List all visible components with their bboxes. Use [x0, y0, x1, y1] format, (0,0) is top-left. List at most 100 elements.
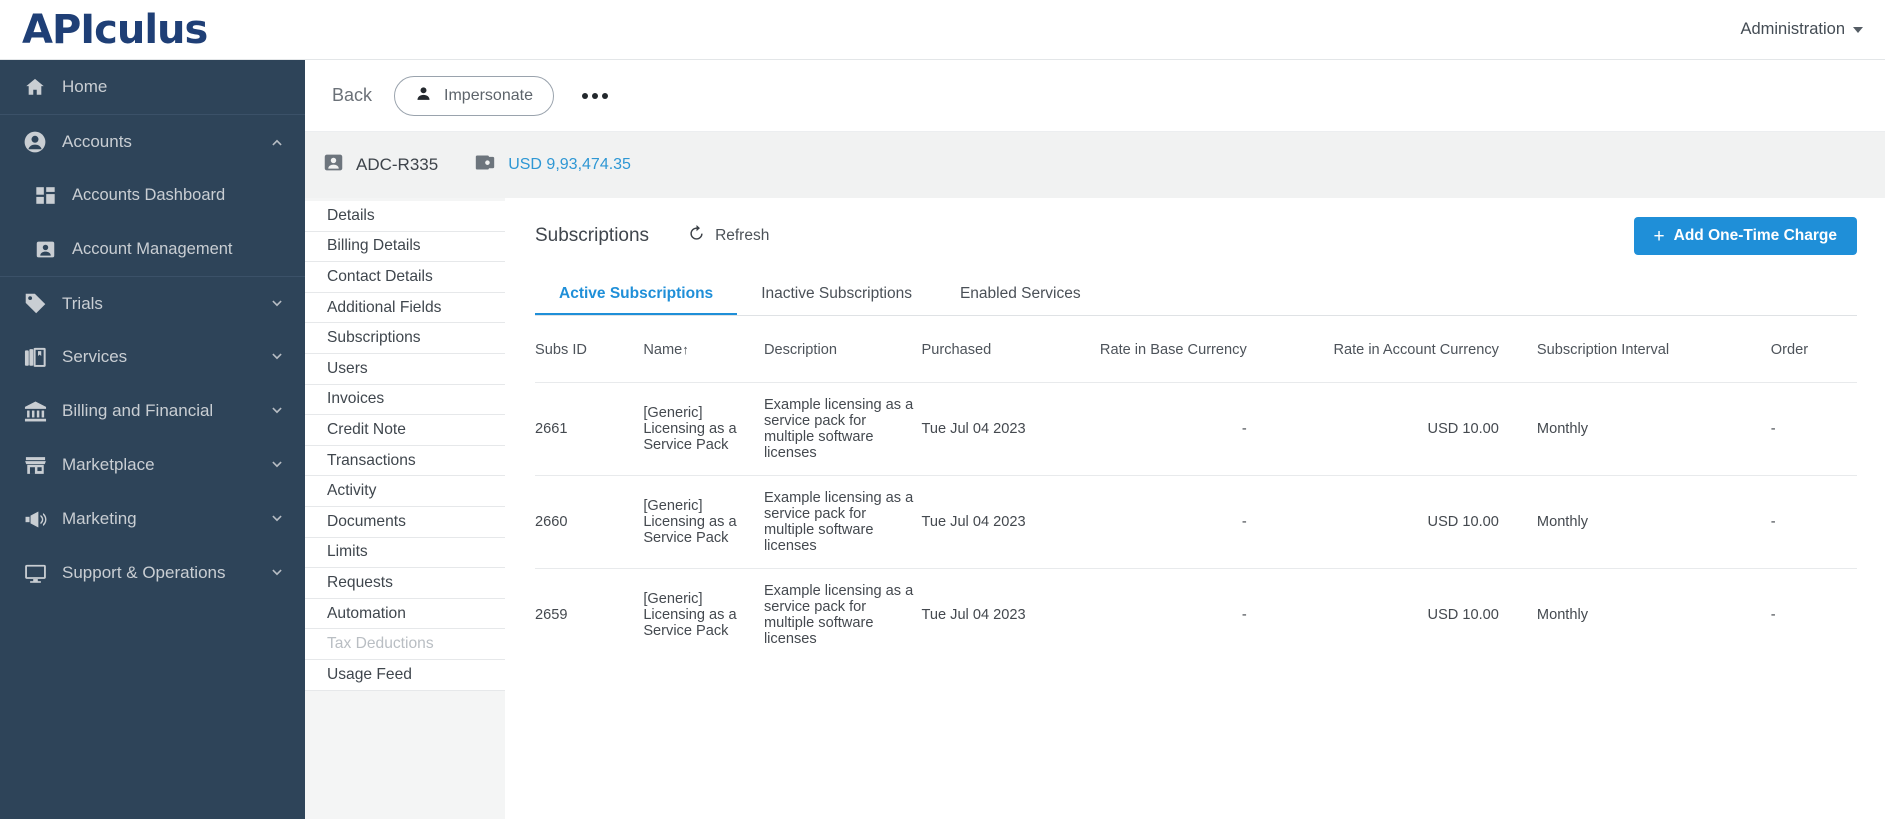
sidebar-item-marketplace[interactable]: Marketplace: [0, 438, 305, 492]
column-header-rate-in-base-currency[interactable]: Rate in Base Currency: [1069, 316, 1291, 383]
subnav-item-requests[interactable]: Requests: [305, 568, 505, 599]
chevron-down-icon: [1853, 26, 1863, 33]
column-header-order[interactable]: Order: [1771, 316, 1857, 383]
subnav-item-details[interactable]: Details: [305, 201, 505, 232]
cell-rate-base: -: [1069, 568, 1291, 661]
monitor-icon: [22, 560, 48, 586]
sidebar-item-billing-and-financial[interactable]: Billing and Financial: [0, 384, 305, 438]
dashboard-icon: [32, 182, 58, 208]
column-header-label: Rate in Account Currency: [1333, 342, 1499, 358]
sidebar-item-accounts-dashboard[interactable]: Accounts Dashboard: [0, 168, 305, 222]
tab-active-subscriptions[interactable]: Active Subscriptions: [535, 274, 738, 315]
subnav-item-usage-feed[interactable]: Usage Feed: [305, 659, 505, 691]
cell-subs-id: 2659: [535, 568, 644, 661]
column-header-label: Rate in Base Currency: [1099, 342, 1247, 358]
cell-rate-base: -: [1069, 475, 1291, 569]
sidebar-item-label: Marketing: [62, 509, 137, 528]
back-button[interactable]: Back: [332, 85, 372, 106]
cell-subs-id: 2661: [535, 382, 644, 476]
table-header: Subs ID Name↑ Description Purchased Rate in …: [535, 316, 1857, 383]
refresh-label: Refresh: [715, 227, 770, 244]
chevron-down-icon: [269, 457, 285, 473]
person-icon: [415, 85, 432, 107]
add-one-time-charge-button[interactable]: + Add One-Time Charge: [1633, 217, 1857, 255]
column-header-label: Description: [763, 342, 837, 358]
main-panel: Subscriptions Refresh + Add One-Time Cha…: [505, 198, 1885, 819]
cell-name: [Generic] Licensing as a Service Pack: [643, 568, 764, 661]
subnav-item-transactions[interactable]: Transactions: [305, 445, 505, 477]
sidebar-item-home[interactable]: Home: [0, 60, 305, 114]
column-header-subs-id[interactable]: Subs ID: [535, 316, 643, 383]
action-bar: Back Impersonate: [305, 60, 1885, 132]
subnav-item-additional-fields[interactable]: Additional Fields: [305, 292, 505, 324]
cell-rate-base: -: [1069, 382, 1291, 476]
sidebar-item-trials[interactable]: Trials: [0, 276, 305, 330]
subnav-item-billing-details[interactable]: Billing Details: [305, 231, 505, 263]
tab-inactive-subscriptions[interactable]: Inactive Subscriptions: [737, 274, 936, 315]
table-row[interactable]: 2660 [Generic] Licensing as a Service Pac…: [535, 475, 1857, 569]
sidebar-item-label: Accounts: [62, 131, 132, 151]
chevron-down-icon: [269, 403, 285, 419]
panel-header: Subscriptions Refresh + Add One-Time Cha…: [535, 198, 1857, 274]
table-body: 2661 [Generic] Licensing as a Service Pac…: [535, 382, 1857, 661]
more-options-button[interactable]: [576, 87, 614, 105]
table-row[interactable]: 2661 [Generic] Licensing as a Service Pac…: [535, 382, 1857, 476]
top-bar: APIculus Administration: [0, 0, 1885, 60]
table-row[interactable]: 2659 [Generic] Licensing as a Service Pac…: [535, 568, 1857, 661]
sidebar-item-accounts[interactable]: Accounts: [0, 114, 305, 168]
cell-rate-account: USD 10.00: [1290, 475, 1537, 569]
column-header-description[interactable]: Description: [764, 316, 922, 383]
subnav-item-invoices[interactable]: Invoices: [305, 384, 505, 416]
cell-order: -: [1770, 568, 1857, 661]
cell-description: Example licensing as a service pack for …: [763, 382, 922, 476]
subnav-item-automation[interactable]: Automation: [305, 598, 505, 630]
subnav-item-contact-details[interactable]: Contact Details: [305, 262, 505, 293]
sidebar-item-label: Trials: [62, 293, 103, 313]
subnav-item-documents[interactable]: Documents: [305, 506, 505, 538]
sidebar-item-label: Services: [62, 347, 128, 366]
subnav-item-subscriptions[interactable]: Subscriptions: [305, 323, 505, 354]
application-window: APIculus Administration Home Accounts Acco…: [0, 0, 1885, 819]
contact-card-icon: [32, 236, 58, 262]
brand-logo[interactable]: APIculus: [0, 7, 305, 53]
cell-name: [Generic] Licensing as a Service Pack: [643, 382, 764, 476]
chevron-down-icon: [269, 511, 285, 527]
subnav-item-limits[interactable]: Limits: [305, 537, 505, 569]
column-header-rate-in-account-currency[interactable]: Rate in Account Currency: [1291, 316, 1537, 383]
column-header-purchased[interactable]: Purchased: [921, 316, 1069, 383]
cell-interval: Monthly: [1536, 382, 1771, 476]
sidebar-item-marketing[interactable]: Marketing: [0, 492, 305, 546]
sidebar-item-support-operations[interactable]: Support & Operations: [0, 546, 305, 600]
account-subnav[interactable]: Details Billing Details Contact Details Add…: [305, 198, 505, 819]
cell-rate-account: USD 10.00: [1290, 568, 1537, 661]
main-sidebar[interactable]: Home Accounts Accounts Dashboard Account Ma…: [0, 60, 305, 819]
column-header-label: Purchased: [921, 342, 992, 358]
column-header-label: Name: [643, 342, 683, 358]
sidebar-item-services[interactable]: Services: [0, 330, 305, 384]
subnav-item-tax-deductions: Tax Deductions: [305, 629, 505, 660]
administration-menu[interactable]: Administration: [1740, 20, 1885, 39]
column-header-name[interactable]: Name↑: [643, 316, 764, 383]
subscription-tabs[interactable]: Active Subscriptions Inactive Subscriptio…: [535, 274, 1857, 316]
subnav-item-users[interactable]: Users: [305, 353, 505, 385]
column-header-subscription-interval[interactable]: Subscription Interval: [1537, 316, 1771, 383]
column-header-label: Subs ID: [535, 342, 587, 358]
account-balance: USD 9,93,474.35: [508, 156, 631, 173]
account-circle-icon: [22, 129, 48, 155]
page-title: Subscriptions: [535, 225, 650, 246]
sidebar-item-label: Billing and Financial: [62, 401, 214, 420]
subnav-item-credit-note[interactable]: Credit Note: [305, 415, 505, 446]
refresh-button[interactable]: Refresh: [687, 224, 769, 248]
account-balance-chip[interactable]: USD 9,93,474.35: [474, 152, 631, 178]
sidebar-item-account-management[interactable]: Account Management: [0, 222, 305, 276]
plus-icon: +: [1653, 225, 1665, 247]
chevron-down-icon: [269, 565, 285, 581]
impersonate-button[interactable]: Impersonate: [394, 75, 554, 116]
column-header-label: Subscription Interval: [1536, 342, 1670, 358]
subnav-item-activity[interactable]: Activity: [305, 476, 505, 507]
cell-interval: Monthly: [1536, 568, 1771, 661]
cell-description: Example licensing as a service pack for …: [763, 568, 922, 661]
logo-text: APIculus: [22, 6, 208, 53]
bank-icon: [22, 398, 48, 424]
tab-enabled-services[interactable]: Enabled Services: [936, 274, 1105, 315]
